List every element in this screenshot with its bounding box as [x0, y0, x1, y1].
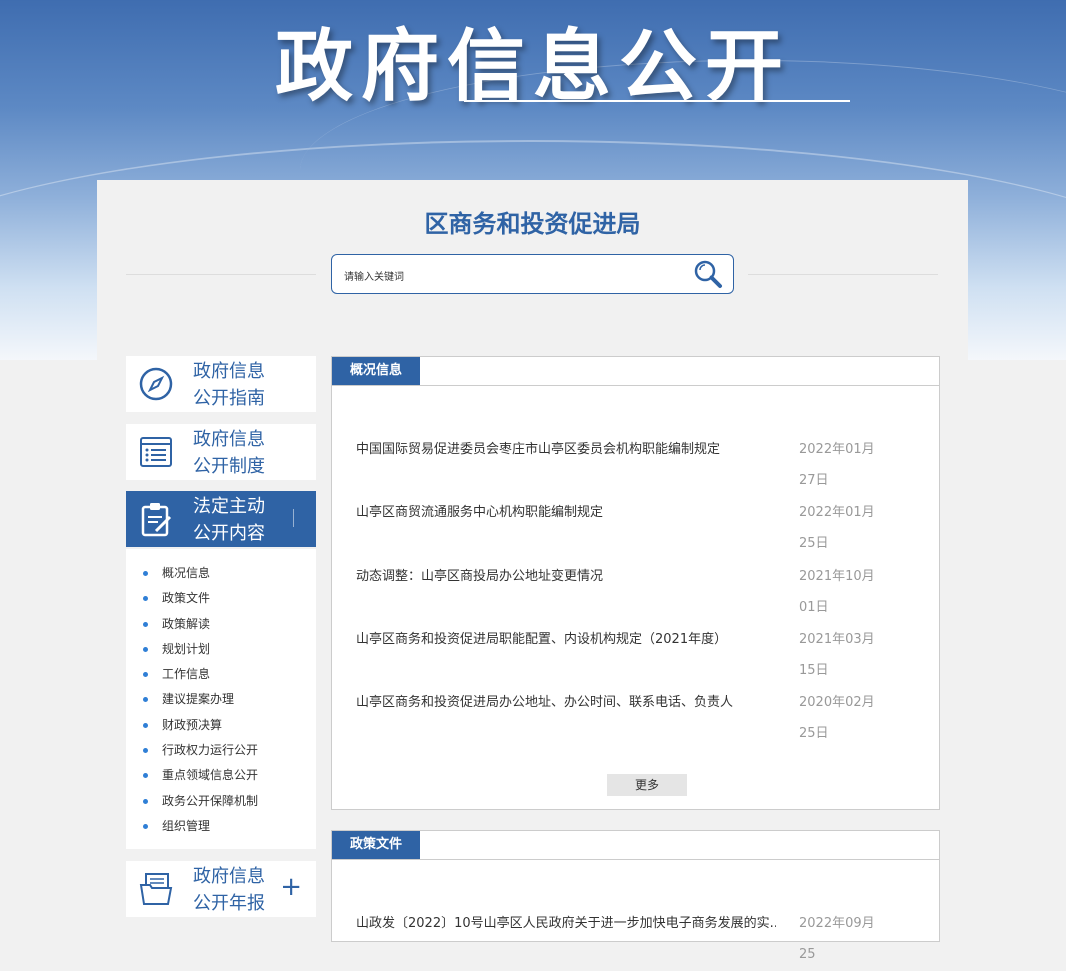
- search-button[interactable]: [693, 259, 723, 289]
- list-item[interactable]: 山亭区商务和投资促进局职能配置、内设机构规定（2021年度） 2021年03月1…: [356, 624, 916, 687]
- sidebar-item-label: 公开指南: [193, 388, 265, 409]
- sidebar-item-guide[interactable]: 政府信息 公开指南: [126, 356, 316, 412]
- list-item[interactable]: 中国国际贸易促进委员会枣庄市山亭区委员会机构职能编制规定 2022年01月27日: [356, 434, 916, 497]
- divider: [293, 509, 294, 527]
- section-policy: 政策文件 山政发〔2022〕10号山亭区人民政府关于进一步加快电子商务发展的实.…: [331, 830, 940, 962]
- sidebar-item-statutory[interactable]: 法定主动 公开内容: [126, 491, 316, 547]
- sidebar-item-label: 法定主动: [193, 496, 265, 517]
- divider: [126, 274, 316, 275]
- search-icon: [694, 260, 722, 288]
- item-title[interactable]: 山政发〔2022〕10号山亭区人民政府关于进一步加快电子商务发展的实...: [356, 908, 776, 939]
- sidebar-item-label: 政府信息: [193, 361, 265, 382]
- item-date: 2020年02月25日: [799, 695, 875, 741]
- compass-icon: [139, 367, 173, 401]
- item-title[interactable]: 山亭区商贸流通服务中心机构职能编制规定: [356, 497, 776, 528]
- divider: [748, 274, 938, 275]
- sidebar-submenu: 概况信息 政策文件 政策解读 规划计划 工作信息 建议提案办理 财政预决算 行政…: [126, 549, 316, 849]
- sidebar-item-label: 公开年报: [193, 893, 265, 914]
- section-header: 概况信息: [332, 357, 939, 386]
- submenu-item[interactable]: 政策解读: [126, 612, 316, 637]
- sidebar-item-annual-report[interactable]: 政府信息 公开年报 +: [126, 861, 316, 917]
- submenu-item[interactable]: 工作信息: [126, 662, 316, 687]
- item-title[interactable]: 动态调整：山亭区商投局办公地址变更情况: [356, 561, 776, 592]
- list-item[interactable]: 山政发〔2022〕10号山亭区人民政府关于进一步加快电子商务发展的实... 20…: [356, 908, 916, 971]
- list-item[interactable]: 动态调整：山亭区商投局办公地址变更情况 2021年10月01日: [356, 561, 916, 624]
- submenu-item[interactable]: 行政权力运行公开: [126, 738, 316, 763]
- submenu-item[interactable]: 概况信息: [126, 561, 316, 586]
- sidebar-item-label: 政府信息: [193, 429, 265, 450]
- item-date: 2021年10月01日: [799, 569, 875, 615]
- submenu-item[interactable]: 财政预决算: [126, 713, 316, 738]
- list-item[interactable]: 山亭区商贸流通服务中心机构职能编制规定 2022年01月25日: [356, 497, 916, 560]
- list-item[interactable]: 山亭区商务和投资促进局办公地址、办公时间、联系电话、负责人 2020年02月25…: [356, 687, 916, 750]
- submenu-item[interactable]: 建议提案办理: [126, 687, 316, 712]
- submenu-item[interactable]: 规划计划: [126, 637, 316, 662]
- sidebar-item-label: 公开制度: [193, 456, 265, 477]
- item-date: 2022年01月27日: [799, 442, 875, 488]
- item-date: 2022年01月25日: [799, 505, 875, 551]
- tab-overview[interactable]: 概况信息: [332, 357, 420, 385]
- submenu-item[interactable]: 政策文件: [126, 586, 316, 611]
- section-overview: 概况信息 中国国际贸易促进委员会枣庄市山亭区委员会机构职能编制规定 2022年0…: [331, 356, 940, 810]
- main-panel: 区商务和投资促进局 政府信息 公开指南: [97, 180, 968, 962]
- item-title[interactable]: 山亭区商务和投资促进局办公地址、办公时间、联系电话、负责人: [356, 687, 776, 718]
- more-button[interactable]: 更多: [607, 774, 687, 796]
- clipboard-edit-icon: [141, 503, 172, 537]
- sidebar-item-label: 政府信息: [193, 866, 265, 887]
- submenu-item[interactable]: 组织管理: [126, 814, 316, 839]
- submenu-item[interactable]: 政务公开保障机制: [126, 789, 316, 814]
- banner-underline: [464, 100, 850, 102]
- item-title[interactable]: 山亭区商务和投资促进局职能配置、内设机构规定（2021年度）: [356, 624, 776, 655]
- item-title[interactable]: 中国国际贸易促进委员会枣庄市山亭区委员会机构职能编制规定: [356, 434, 776, 465]
- folder-icon: [139, 873, 173, 905]
- sidebar-item-system[interactable]: 政府信息 公开制度: [126, 424, 316, 480]
- search-box: [331, 254, 734, 294]
- tab-policy[interactable]: 政策文件: [332, 831, 420, 859]
- section-header: 政策文件: [332, 831, 939, 860]
- list-document-icon: [140, 437, 172, 467]
- search-input[interactable]: [342, 265, 676, 285]
- item-date: 2022年09月25: [799, 916, 875, 962]
- expand-icon[interactable]: +: [280, 873, 302, 901]
- item-date: 2021年03月15日: [799, 632, 875, 678]
- submenu-item[interactable]: 重点领域信息公开: [126, 763, 316, 788]
- org-title: 区商务和投资促进局: [424, 210, 641, 238]
- sidebar-item-label: 公开内容: [193, 523, 265, 544]
